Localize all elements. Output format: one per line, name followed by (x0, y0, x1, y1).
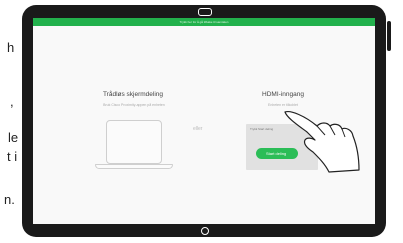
or-divider: eller (193, 126, 203, 132)
background-text-4: t i (7, 149, 18, 164)
return-to-call-text: Trykk her for å gå tilbake til samtalen (179, 20, 229, 24)
background-text-3: le (8, 130, 19, 145)
camera-notch-icon (198, 8, 212, 16)
wireless-share-subtitle: Bruk Cisco Proximity-appen på enheten (103, 103, 165, 107)
laptop-icon (106, 120, 162, 164)
touch-screen: Trykk her for å gå tilbake til samtalen … (33, 18, 375, 224)
background-text-5: n. (4, 192, 15, 207)
home-button-icon[interactable] (201, 227, 209, 235)
laptop-base (95, 164, 173, 169)
wireless-share-title: Trådløs skjermdeling (102, 91, 164, 98)
pointing-hand-icon (284, 111, 360, 173)
background-text-2: , (10, 94, 14, 109)
hdmi-card-caption: Trykk Start deling (250, 127, 274, 131)
touch-panel-device: Trykk her for å gå tilbake til samtalen … (22, 5, 391, 237)
device-side-handle (387, 21, 391, 51)
hdmi-input-title: HDMI-inngang (262, 91, 304, 98)
return-to-call-bar[interactable]: Trykk her for å gå tilbake til samtalen (33, 18, 375, 26)
background-text-1: h (7, 40, 15, 55)
